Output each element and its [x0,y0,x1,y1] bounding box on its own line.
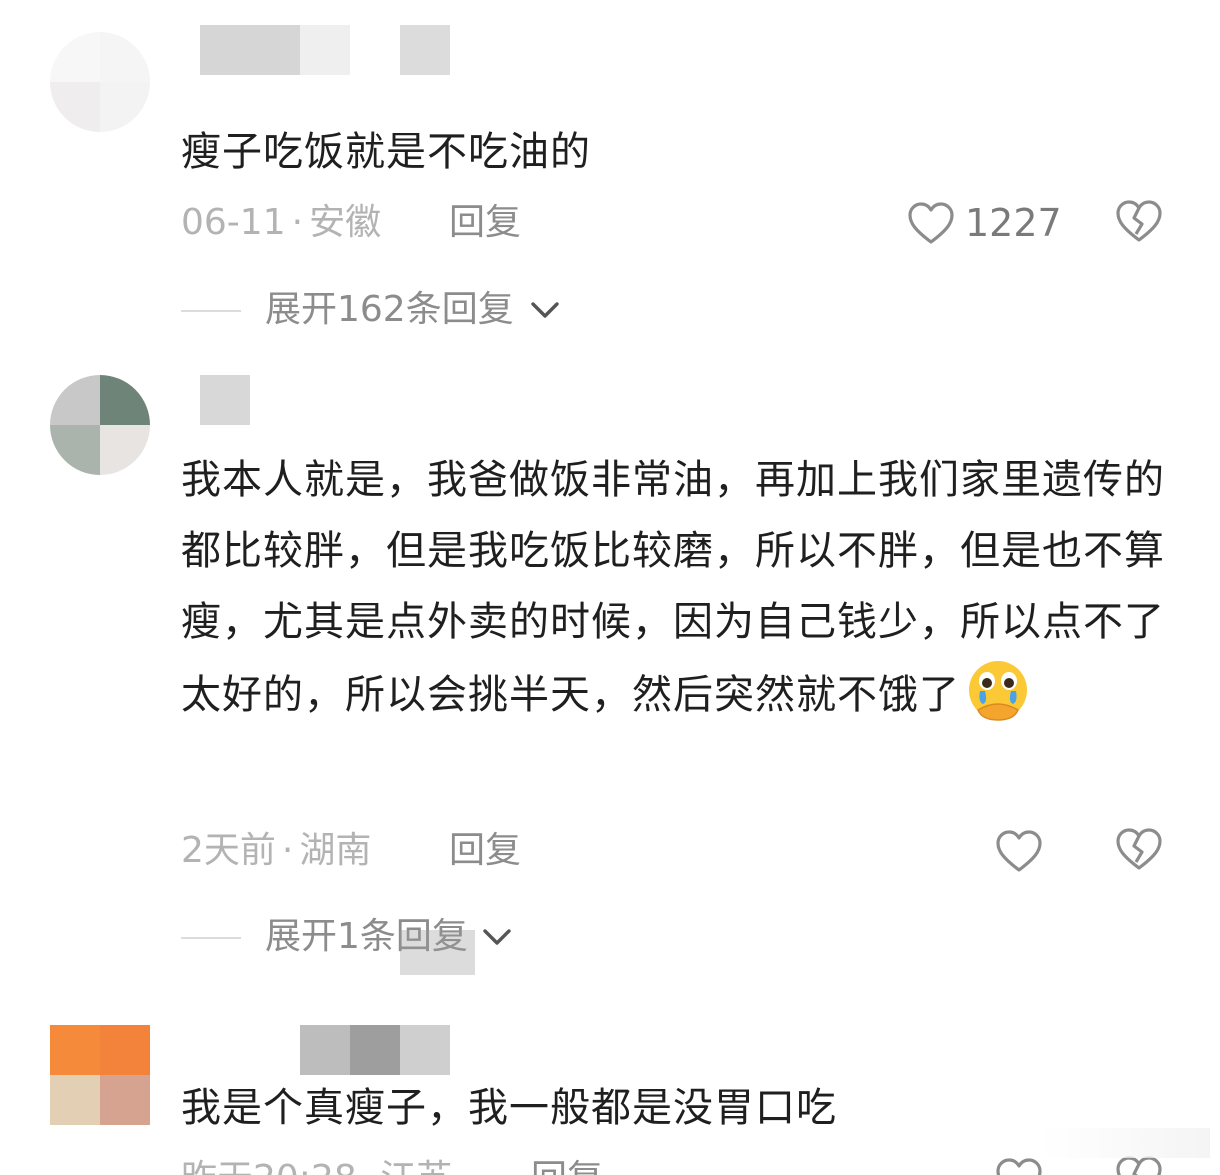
heart-icon [996,1158,1042,1175]
chevron-down-icon [483,929,511,945]
heart-icon [996,830,1042,872]
comment-list: 瘦子吃饭就是不吃油的 06-11 · 安徽 回复 1227 展开162条回复 我… [0,0,1220,1175]
comment-location: 安徽 [309,202,382,243]
expand-replies-button[interactable]: 展开162条回复 [181,286,601,334]
username[interactable] [200,375,250,425]
dislike-button[interactable] [1115,1155,1163,1175]
username[interactable] [200,25,450,75]
chevron-down-icon [531,302,559,318]
comment-location: 湖南 [299,830,372,871]
meta-separator: · [291,202,304,243]
comment-date: 昨天20:28 [181,1158,357,1175]
mosaic-block [400,930,475,975]
avatar[interactable] [50,1025,150,1125]
comment-text: 瘦子吃饭就是不吃油的 [181,129,591,175]
comment-item: 我本人就是，我爸做饭非常油，再加上我们家里遗传的都比较胖，但是我吃饭比较磨，所以… [0,345,1220,1010]
watermark [1040,1128,1210,1158]
comment-item: 瘦子吃饭就是不吃油的 06-11 · 安徽 回复 1227 展开162条回复 [0,0,1220,345]
reply-button[interactable]: 回复 [531,1155,603,1175]
comment-location: 江苏 [380,1158,452,1175]
dislike-button[interactable] [1115,827,1163,875]
like-button[interactable] [995,827,1045,875]
heart-icon [908,202,954,244]
avatar[interactable] [50,375,150,475]
reply-button[interactable]: 回复 [449,199,521,247]
divider-line [181,937,241,939]
comment-meta: 昨天20:28 · 江苏 回复 [181,1155,603,1175]
divider-line [181,310,241,312]
avatar[interactable] [50,32,150,132]
meta-separator: · [281,830,294,871]
comment-meta: 06-11 · 安徽 回复 [181,199,521,247]
like-button[interactable]: 1227 [907,199,1062,247]
like-count: 1227 [965,201,1062,245]
reply-button[interactable]: 回复 [449,827,521,875]
comment-date: 2天前 [181,830,276,871]
meta-separator: · [363,1158,374,1175]
dislike-button[interactable] [1115,199,1163,247]
broken-heart-icon [1116,1156,1162,1175]
broken-heart-icon [1116,828,1162,870]
comment-item: 我是个真瘦子，我一般都是没胃口吃 昨天20:28 · 江苏 回复 [0,1010,1220,1175]
username[interactable] [300,1025,450,1075]
expand-replies-label: 展开162条回复 [265,289,514,330]
broken-heart-icon [1116,200,1162,242]
comment-meta: 2天前 · 湖南 回复 [181,827,521,875]
comment-text: 我本人就是，我爸做饭非常油，再加上我们家里遗传的都比较胖，但是我吃饭比较磨，所以… [181,445,1181,745]
comment-text: 我是个真瘦子，我一般都是没胃口吃 [181,1085,837,1131]
like-button[interactable] [995,1155,1045,1175]
crying-face-emoji [964,658,1032,745]
expand-replies-button[interactable]: 展开1条回复 [181,913,541,961]
comment-date: 06-11 [181,202,286,243]
